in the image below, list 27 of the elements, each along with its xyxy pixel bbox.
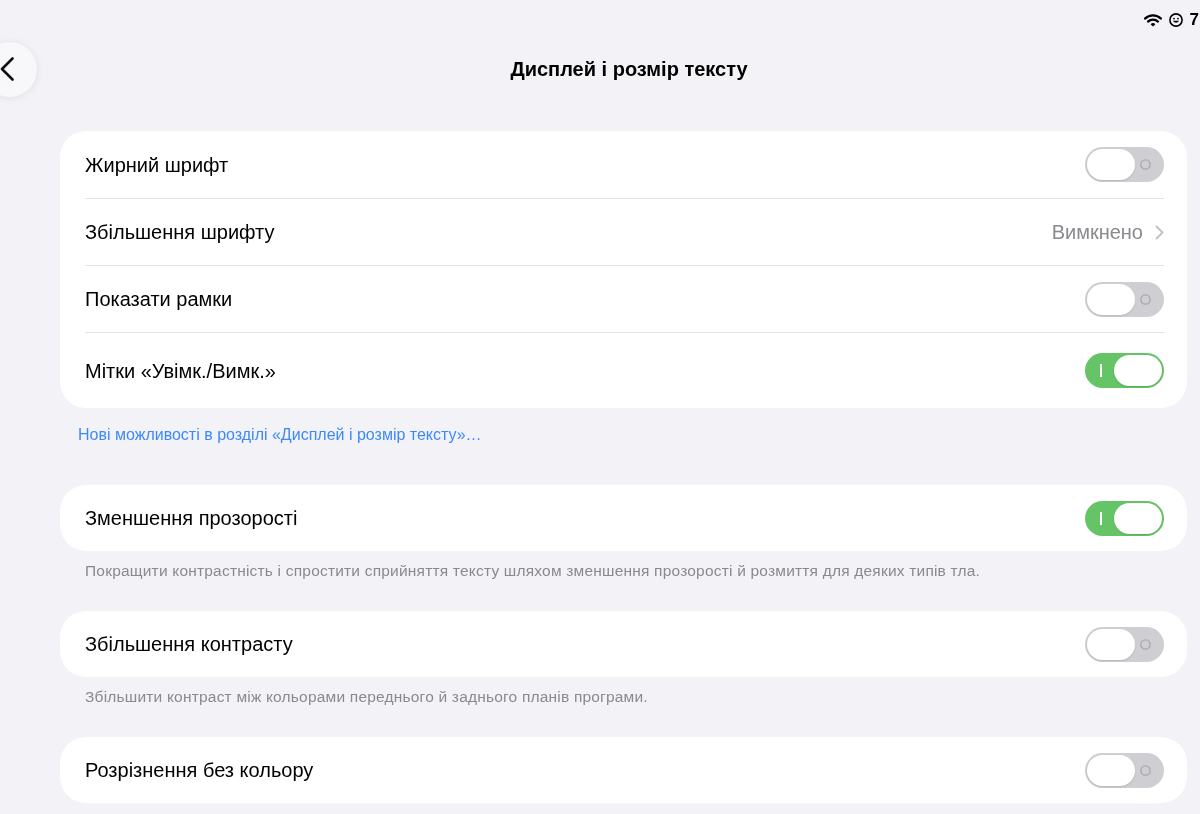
setting-label: Мітки «Увімк./Вимк.» bbox=[85, 358, 277, 383]
off-ring-icon bbox=[1140, 293, 1151, 305]
setting-value: Вимкнено bbox=[1051, 220, 1143, 244]
off-ring-icon bbox=[1140, 764, 1151, 776]
setting-label: Розрізнення без кольору bbox=[85, 758, 315, 782]
off-ring-icon bbox=[1140, 159, 1151, 170]
group-footer-text: Покращити контрастність і спростити сприйняття тексту шляхом зменшення прозорості й розмиття для деяких типів тла. bbox=[85, 562, 982, 580]
toggle-switch[interactable] bbox=[1085, 147, 1164, 182]
chevron-right-icon bbox=[1155, 224, 1164, 240]
group-footer-text: Збільшити контраст між кольорами переднього й заднього планів програми. bbox=[85, 688, 649, 706]
setting-label: Жирний шрифт bbox=[85, 152, 230, 177]
smiley-icon bbox=[1168, 13, 1183, 27]
setting-label: Збільшення контрасту bbox=[85, 632, 294, 656]
setting-label: Показати рамки bbox=[85, 287, 234, 311]
info-link[interactable]: Нові можливості в розділі «Дисплей і розмір тексту»… bbox=[78, 426, 482, 444]
setting-label: Зменшення прозорості bbox=[85, 506, 299, 530]
toggle-switch[interactable] bbox=[1085, 500, 1164, 536]
off-ring-icon bbox=[1140, 638, 1151, 650]
back-chevron-icon bbox=[0, 57, 14, 81]
status-text: 7 bbox=[1189, 10, 1199, 30]
toggle-switch[interactable] bbox=[1085, 353, 1164, 388]
setting-label: Збільшення шрифту bbox=[85, 220, 276, 244]
toggle-switch[interactable] bbox=[1085, 281, 1164, 317]
toggle-switch[interactable] bbox=[1085, 752, 1164, 788]
wifi-icon bbox=[1143, 13, 1162, 27]
page-title: Дисплей і розмір тексту bbox=[510, 57, 748, 81]
toggle-switch[interactable] bbox=[1085, 626, 1164, 662]
